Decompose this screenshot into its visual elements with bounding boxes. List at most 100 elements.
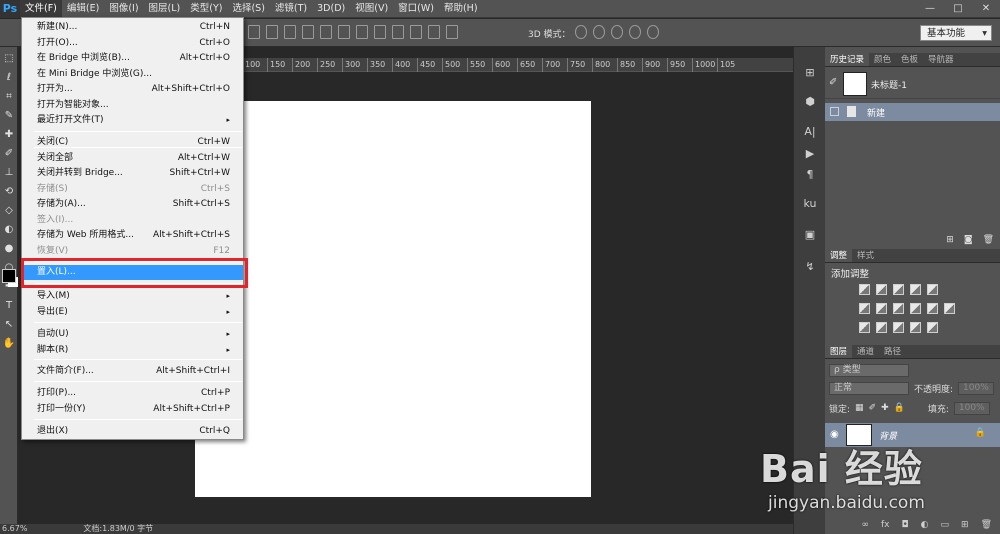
align-top-icon[interactable] bbox=[248, 25, 260, 39]
align-left-icon[interactable] bbox=[302, 25, 314, 39]
distribute-left-icon[interactable] bbox=[410, 25, 422, 39]
file-menu-item[interactable]: 存储(S) Ctrl+S bbox=[22, 182, 243, 197]
menu-type[interactable]: 类型(Y) bbox=[185, 0, 227, 18]
align-hcenter-icon[interactable] bbox=[320, 25, 332, 39]
crop-icon[interactable]: ⌗ bbox=[2, 90, 16, 104]
file-menu-item[interactable]: 退出(X) Ctrl+Q bbox=[22, 424, 243, 439]
tab-styles[interactable]: 样式 bbox=[852, 249, 879, 262]
trash-icon[interactable]: 🗑 bbox=[983, 235, 994, 245]
panel-toggle-icon[interactable]: ⊞ bbox=[802, 65, 818, 81]
3d-rotate-icon[interactable] bbox=[575, 25, 587, 39]
lock-transparent-icon[interactable]: ▦ bbox=[855, 403, 864, 413]
tab-color[interactable]: 颜色 bbox=[869, 53, 896, 66]
lock-pixels-icon[interactable]: ✐ bbox=[869, 403, 877, 413]
minimize-icon[interactable]: — bbox=[916, 3, 944, 14]
menu-image[interactable]: 图像(I) bbox=[104, 0, 143, 18]
layer-mask-icon[interactable]: ◘ bbox=[902, 520, 909, 534]
distribute-vcenter-icon[interactable] bbox=[374, 25, 386, 39]
3d-pan-icon[interactable] bbox=[611, 25, 623, 39]
file-menu-item[interactable]: 打开为... Alt+Shift+Ctrl+O bbox=[22, 82, 243, 97]
link-layers-icon[interactable]: ∞ bbox=[862, 520, 870, 534]
file-menu-item[interactable]: 关闭(C) Ctrl+W bbox=[22, 135, 243, 150]
tab-history[interactable]: 历史记录 bbox=[825, 53, 870, 66]
file-menu-item[interactable]: 自动(U) ▸ bbox=[22, 327, 243, 342]
file-menu-item[interactable]: 打开(O)... Ctrl+O bbox=[22, 36, 243, 51]
stamp-icon[interactable]: ⊥ bbox=[2, 166, 16, 180]
menu-file[interactable]: 文件(F) bbox=[20, 0, 62, 18]
fill-input[interactable]: 100% bbox=[953, 401, 990, 415]
distribute-bottom-icon[interactable] bbox=[392, 25, 404, 39]
history-state[interactable]: 新建 bbox=[825, 103, 1000, 121]
levels-icon[interactable] bbox=[876, 284, 887, 295]
path-select-icon[interactable]: ↖ bbox=[2, 318, 16, 332]
file-menu-item[interactable]: 导出(E) ▸ bbox=[22, 305, 243, 320]
menu-window[interactable]: 窗口(W) bbox=[393, 0, 439, 18]
blur-icon[interactable]: ● bbox=[2, 242, 16, 256]
character-icon[interactable]: A| bbox=[802, 124, 818, 140]
black-white-icon[interactable] bbox=[893, 303, 904, 314]
hue-saturation-icon[interactable] bbox=[859, 303, 870, 314]
menu-select[interactable]: 选择(S) bbox=[227, 0, 269, 18]
layer-filter-select[interactable]: ρ 类型 bbox=[829, 363, 909, 377]
color-balance-icon[interactable] bbox=[876, 303, 887, 314]
file-menu-item[interactable]: 打开为智能对象... bbox=[22, 98, 243, 113]
selective-color-icon[interactable] bbox=[927, 322, 938, 333]
gradient-map-icon[interactable] bbox=[910, 322, 921, 333]
layer-style-icon[interactable]: fx bbox=[881, 520, 890, 534]
history-brush-icon[interactable]: ✐ bbox=[829, 77, 837, 88]
distribute-top-icon[interactable] bbox=[356, 25, 368, 39]
lock-position-icon[interactable]: ✚ bbox=[881, 403, 889, 413]
kuler-icon[interactable]: ku bbox=[802, 196, 818, 212]
history-brush-icon[interactable]: ⟲ bbox=[2, 185, 16, 199]
menu-edit[interactable]: 编辑(E) bbox=[62, 0, 104, 18]
distribute-hcenter-icon[interactable] bbox=[428, 25, 440, 39]
eraser-icon[interactable]: ◇ bbox=[2, 204, 16, 218]
align-bottom-icon[interactable] bbox=[284, 25, 296, 39]
threshold-icon[interactable] bbox=[893, 322, 904, 333]
tool-presets-icon[interactable]: ↯ bbox=[802, 259, 818, 275]
channel-mixer-icon[interactable] bbox=[927, 303, 938, 314]
file-menu-item[interactable]: 恢复(V) F12 bbox=[22, 244, 243, 259]
distribute-right-icon[interactable] bbox=[446, 25, 458, 39]
menu-filter[interactable]: 滤镜(T) bbox=[270, 0, 312, 18]
blend-mode-select[interactable]: 正常 bbox=[829, 381, 909, 395]
menu-help[interactable]: 帮助(H) bbox=[439, 0, 483, 18]
file-menu-item[interactable]: 打印一份(Y) Alt+Shift+Ctrl+P bbox=[22, 402, 243, 417]
type-icon[interactable]: T bbox=[2, 299, 16, 313]
group-icon[interactable]: ▭ bbox=[941, 520, 950, 534]
tab-paths[interactable]: 路径 bbox=[879, 345, 906, 358]
exposure-icon[interactable] bbox=[910, 284, 921, 295]
menu-layer[interactable]: 图层(L) bbox=[144, 0, 186, 18]
gradient-icon[interactable]: ◐ bbox=[2, 223, 16, 237]
brightness-icon[interactable] bbox=[859, 284, 870, 295]
close-icon[interactable]: ✕ bbox=[972, 3, 1000, 14]
actions-icon[interactable]: ▶ bbox=[802, 146, 818, 162]
new-snapshot-icon[interactable]: ◙ bbox=[964, 235, 973, 245]
adjustment-layer-icon[interactable]: ◐ bbox=[921, 520, 929, 534]
lock-all-icon[interactable]: 🔒 bbox=[894, 403, 905, 413]
lasso-icon[interactable]: ℓ bbox=[2, 71, 16, 85]
maximize-icon[interactable]: □ bbox=[944, 3, 972, 14]
3d-slide-icon[interactable] bbox=[629, 25, 641, 39]
3d-roll-icon[interactable] bbox=[593, 25, 605, 39]
file-menu-item[interactable]: 新建(N)... Ctrl+N bbox=[22, 20, 243, 35]
tab-navigator[interactable]: 导航器 bbox=[923, 53, 959, 66]
color-lookup-icon[interactable] bbox=[944, 303, 955, 314]
file-menu-item[interactable]: 在 Mini Bridge 中浏览(G)... bbox=[22, 67, 243, 82]
align-vcenter-icon[interactable] bbox=[266, 25, 278, 39]
delete-layer-icon[interactable]: 🗑 bbox=[981, 520, 992, 534]
eyedropper-icon[interactable]: ✎ bbox=[2, 109, 16, 123]
history-checkbox[interactable] bbox=[830, 107, 839, 116]
tab-swatches[interactable]: 色板 bbox=[896, 53, 923, 66]
photo-filter-icon[interactable] bbox=[910, 303, 921, 314]
file-menu-item[interactable]: 关闭并转到 Bridge... Shift+Ctrl+W bbox=[22, 166, 243, 181]
properties-icon[interactable]: ▣ bbox=[802, 227, 818, 243]
tab-channels[interactable]: 通道 bbox=[852, 345, 879, 358]
file-menu-item[interactable]: 文件简介(F)... Alt+Shift+Ctrl+I bbox=[22, 364, 243, 379]
file-menu-item[interactable]: 存储为 Web 所用格式... Alt+Shift+Ctrl+S bbox=[22, 228, 243, 243]
new-layer-icon[interactable]: ⊞ bbox=[961, 520, 969, 534]
file-menu-item[interactable]: 关闭全部 Alt+Ctrl+W bbox=[22, 151, 243, 166]
brush-icon[interactable]: ✐ bbox=[2, 147, 16, 161]
hand-icon[interactable]: ✋ bbox=[2, 337, 16, 351]
posterize-icon[interactable] bbox=[876, 322, 887, 333]
